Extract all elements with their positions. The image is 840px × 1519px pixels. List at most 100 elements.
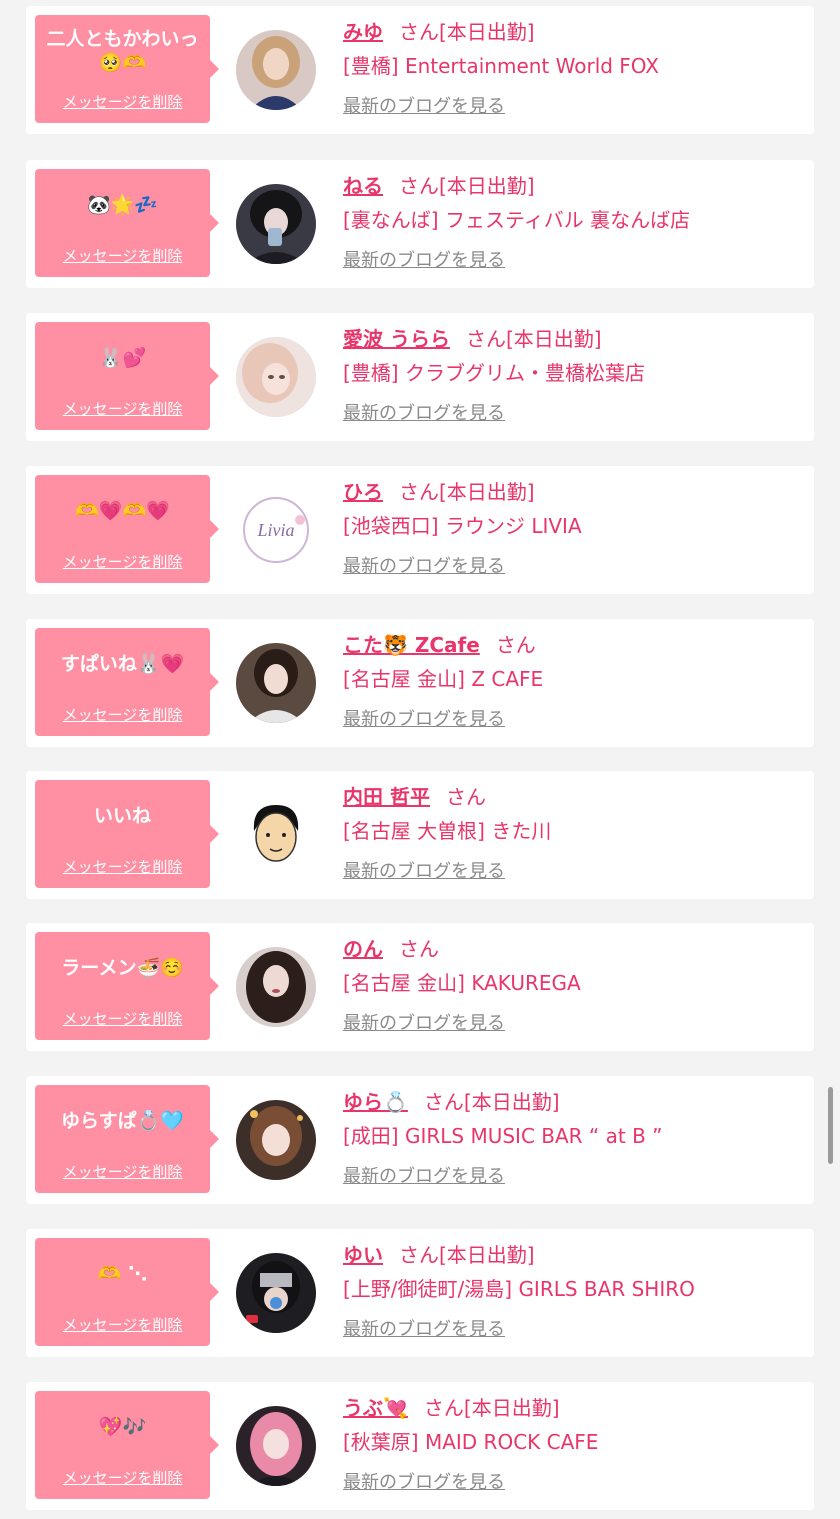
status-label: [本日出勤] xyxy=(505,327,602,351)
message-text: すぱいね🐰💗 xyxy=(60,653,185,675)
shop-name: [名古屋 金山] KAKUREGA xyxy=(343,971,581,995)
latest-blog-link[interactable]: 最新のブログを見る xyxy=(343,707,505,733)
delete-message-link[interactable]: メッセージを削除 xyxy=(35,398,210,419)
shop-name: [裏なんば] フェスティバル 裏なんば店 xyxy=(343,208,691,232)
user-name-link[interactable]: こた🐯 ZCafe xyxy=(343,633,480,657)
honorific: さん xyxy=(399,174,439,198)
message-text: いいね xyxy=(93,805,151,827)
message-text: ゆらすぱ💍🩵 xyxy=(61,1110,184,1132)
list-item: 二人ともかわいっ🥺🫶 メッセージを削除 みゆ さん[本日出勤] [豊橋] Ente… xyxy=(26,6,814,134)
user-name-link[interactable]: のん xyxy=(343,937,383,961)
latest-blog-link[interactable]: 最新のブログを見る xyxy=(343,859,505,885)
message-bubble: 二人ともかわいっ🥺🫶 メッセージを削除 xyxy=(35,15,219,123)
avatar[interactable]: Livia xyxy=(236,490,316,570)
shop-name: [成田] GIRLS MUSIC BAR “ at B ” xyxy=(343,1124,663,1148)
honorific: さん xyxy=(445,785,486,809)
list-item: いいね メッセージを削除 内田 哲平 さん [名古屋 大曽根] きた川 最新のブロ… xyxy=(26,771,814,899)
avatar[interactable] xyxy=(236,643,316,723)
avatar[interactable] xyxy=(236,795,316,875)
honorific: さん xyxy=(399,937,439,961)
delete-message-link[interactable]: メッセージを削除 xyxy=(35,704,210,725)
message-bubble: 🐰💕 メッセージを削除 xyxy=(35,322,219,430)
delete-message-link[interactable]: メッセージを削除 xyxy=(35,91,210,112)
avatar[interactable] xyxy=(236,1406,316,1486)
avatar[interactable] xyxy=(236,184,316,264)
user-name-link[interactable]: ひろ xyxy=(343,480,383,504)
message-text: ラーメン🍜☺️ xyxy=(61,957,184,979)
shop-name: [上野/御徒町/湯島] GIRLS BAR SHIRO xyxy=(343,1277,695,1301)
avatar[interactable] xyxy=(236,1100,316,1180)
latest-blog-link[interactable]: 最新のブログを見る xyxy=(343,554,505,580)
list-item: 🐼🌟💤 メッセージを削除 ねる さん[本日出勤] [裏なんば] フェスティバル 裏… xyxy=(26,160,814,288)
latest-blog-link[interactable]: 最新のブログを見る xyxy=(343,1470,505,1496)
message-bubble: いいね メッセージを削除 xyxy=(35,780,219,888)
list-item: ラーメン🍜☺️ メッセージを削除 のん さん [名古屋 金山] KAKUREGA … xyxy=(26,923,814,1051)
delete-message-link[interactable]: メッセージを削除 xyxy=(35,1314,210,1335)
delete-message-link[interactable]: メッセージを削除 xyxy=(35,245,210,266)
user-name-link[interactable]: ゆい xyxy=(343,1243,383,1267)
user-name-link[interactable]: ねる xyxy=(343,174,383,198)
user-name-link[interactable]: みゆ xyxy=(343,20,383,44)
list-item: 🫶💗🫶💗 メッセージを削除 Livia ひろ さん[本日出勤] [池袋西口] ラウ… xyxy=(26,466,814,594)
shop-name: [名古屋 金山] Z CAFE xyxy=(343,667,544,691)
message-text: 💖🎶 xyxy=(98,1416,147,1438)
shop-name: [豊橋] クラブグリム・豊橋松葉店 xyxy=(343,361,645,385)
name-line: みゆ さん[本日出勤] xyxy=(343,18,535,46)
name-line: ゆら💍 さん[本日出勤] xyxy=(343,1088,560,1116)
name-line: こた🐯 ZCafe さん xyxy=(343,631,536,659)
honorific: さん xyxy=(399,480,439,504)
message-bubble: 🫶💗🫶💗 メッセージを削除 xyxy=(35,475,219,583)
latest-blog-link[interactable]: 最新のブログを見る xyxy=(343,1011,505,1037)
list-item: 💖🎶 メッセージを削除 うぶ💘 さん[本日出勤] [秋葉原] MAID ROCK … xyxy=(26,1382,814,1510)
message-text: 🫶💗🫶💗 xyxy=(75,500,170,522)
latest-blog-link[interactable]: 最新のブログを見る xyxy=(343,1317,505,1343)
name-line: のん さん xyxy=(343,935,439,963)
delete-message-link[interactable]: メッセージを削除 xyxy=(35,856,210,877)
status-label: [本日出勤] xyxy=(439,174,535,198)
latest-blog-link[interactable]: 最新のブログを見る xyxy=(343,94,505,120)
status-label: [本日出勤] xyxy=(439,1243,535,1267)
list-item: ゆらすぱ💍🩵 メッセージを削除 ゆら💍 さん[本日出勤] [成田] GIRLS M… xyxy=(26,1076,814,1204)
latest-blog-link[interactable]: 最新のブログを見る xyxy=(343,401,505,427)
status-label: [本日出勤] xyxy=(439,20,535,44)
delete-message-link[interactable]: メッセージを削除 xyxy=(35,1008,210,1029)
shop-name: [名古屋 大曽根] きた川 xyxy=(343,819,552,843)
name-line: ねる さん[本日出勤] xyxy=(343,172,535,200)
delete-message-link[interactable]: メッセージを削除 xyxy=(35,1161,210,1182)
user-name-link[interactable]: 内田 哲平 xyxy=(343,785,430,809)
name-line: 内田 哲平 さん xyxy=(343,783,486,811)
list-item: すぱいね🐰💗 メッセージを削除 こた🐯 ZCafe さん [名古屋 金山] Z C… xyxy=(26,619,814,747)
message-bubble: ゆらすぱ💍🩵 メッセージを削除 xyxy=(35,1085,219,1193)
latest-blog-link[interactable]: 最新のブログを見る xyxy=(343,248,505,274)
message-bubble: 💖🎶 メッセージを削除 xyxy=(35,1391,219,1499)
user-name-link[interactable]: ゆら💍 xyxy=(343,1090,408,1114)
honorific: さん xyxy=(399,1243,439,1267)
delete-message-link[interactable]: メッセージを削除 xyxy=(35,551,210,572)
avatar[interactable] xyxy=(236,337,316,417)
message-bubble: 🐼🌟💤 メッセージを削除 xyxy=(35,169,219,277)
name-line: 愛波 うらら さん[本日出勤] xyxy=(343,325,602,353)
user-name-link[interactable]: 愛波 うらら xyxy=(343,327,450,351)
livia-logo-text: Livia xyxy=(256,520,294,540)
avatar[interactable] xyxy=(236,1253,316,1333)
message-bubble: ラーメン🍜☺️ メッセージを削除 xyxy=(35,932,219,1040)
latest-blog-link[interactable]: 最新のブログを見る xyxy=(343,1164,505,1190)
status-label: [本日出勤] xyxy=(439,480,535,504)
message-text: 🫶 ⋱ xyxy=(97,1263,148,1285)
delete-message-link[interactable]: メッセージを削除 xyxy=(35,1467,210,1488)
shop-name: [秋葉原] MAID ROCK CAFE xyxy=(343,1430,599,1454)
message-bubble: 🫶 ⋱ メッセージを削除 xyxy=(35,1238,219,1346)
status-label: [本日出勤] xyxy=(463,1396,560,1420)
message-text: 二人ともかわいっ🥺🫶 xyxy=(46,28,199,74)
shop-name: [豊橋] Entertainment World FOX xyxy=(343,54,659,78)
scrollbar[interactable] xyxy=(828,1087,833,1164)
name-line: ゆい さん[本日出勤] xyxy=(343,1241,535,1269)
list-item: 🫶 ⋱ メッセージを削除 ゆい さん[本日出勤] [上野/御徒町/湯島] GIRL… xyxy=(26,1229,814,1357)
avatar[interactable] xyxy=(236,947,316,1027)
list-item: 🐰💕 メッセージを削除 愛波 うらら さん[本日出勤] [豊橋] クラブグリム・豊… xyxy=(26,313,814,441)
shop-name: [池袋西口] ラウンジ LIVIA xyxy=(343,514,582,538)
honorific: さん xyxy=(465,327,506,351)
avatar[interactable] xyxy=(236,30,316,110)
user-name-link[interactable]: うぶ💘 xyxy=(343,1396,408,1420)
honorific: さん xyxy=(423,1396,464,1420)
